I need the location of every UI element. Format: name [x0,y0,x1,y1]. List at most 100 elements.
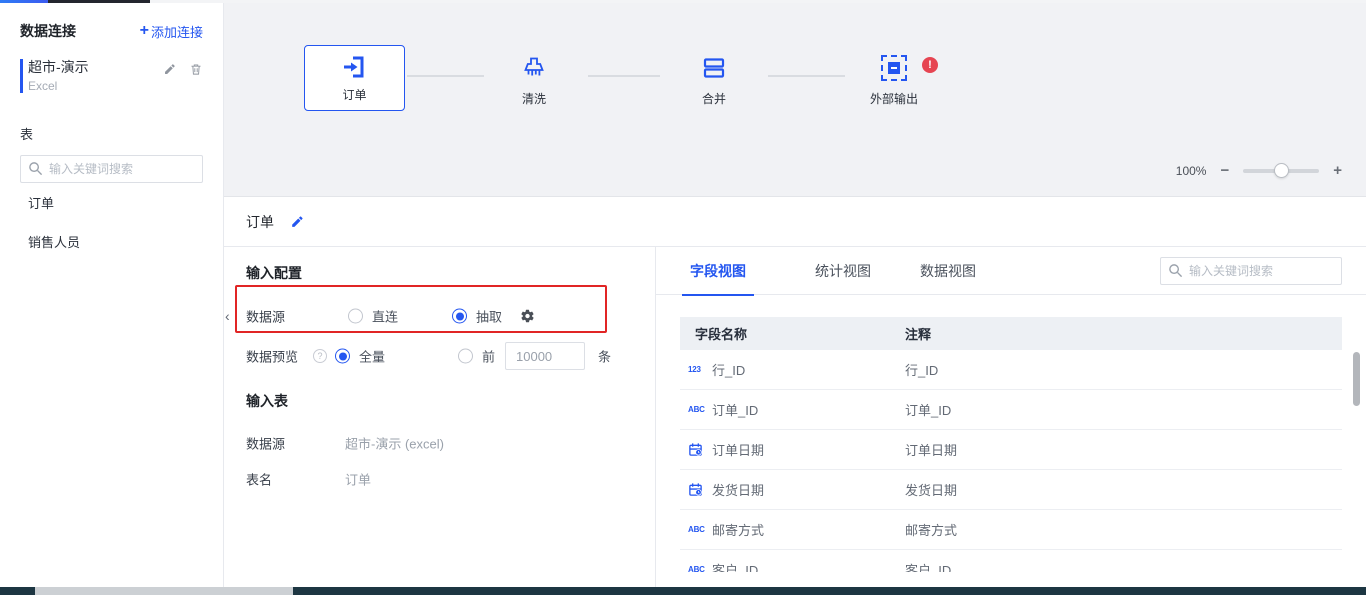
unit-label: 条 [598,347,611,366]
row-limit-input[interactable] [505,342,585,370]
radio-full[interactable] [335,349,350,364]
node-label: 清洗 [522,90,546,107]
collapse-panel-icon[interactable]: ‹ [225,309,230,323]
input-config-title: 输入配置 [246,263,302,283]
field-comment: 订单_ID [905,400,951,419]
main-area: 订单 清洗 合并 外部输出 ! [224,3,1366,587]
field-comment: 行_ID [905,360,938,379]
browser-edge-blue [0,0,48,3]
node-label: 外部输出 [870,90,918,107]
flow-node-merge[interactable]: 合并 [674,55,754,107]
node-title: 订单 [246,212,274,232]
text-type-icon: ABC [688,565,712,572]
flow-node-external-output[interactable]: 外部输出 ! [854,55,934,107]
table-row[interactable]: 123 行_ID 行_ID [680,350,1342,390]
radio-first-n[interactable] [458,349,473,364]
sidebar-search-input[interactable] [20,155,203,183]
zoom-level: 100% [1176,164,1207,178]
input-table-source-row: 数据源 超市-演示 (excel) [246,433,645,453]
text-type-icon: ABC [688,525,712,534]
gear-icon[interactable] [520,309,535,324]
table-row[interactable]: ABC 客户_ID 客户_ID [680,550,1342,572]
zoom-slider-knob[interactable] [1274,163,1289,178]
horizontal-scrollbar-track[interactable] [0,587,1366,595]
zoom-slider[interactable] [1243,163,1319,178]
active-indicator-bar [20,59,23,93]
help-icon[interactable]: ? [313,349,327,363]
field-table-rows: 123 行_ID 行_ID ABC 订单_ID 订单_ID 订单日期 订单日期 [680,350,1342,572]
field-name: 行_ID [712,360,905,379]
config-panel: 输入配置 数据源 直连 抽取 数据预览 ? 全量 前 条 [224,247,656,587]
detail-content: ‹ 输入配置 数据源 直连 抽取 数据预览 ? 全量 前 [224,247,1366,587]
flow-connector [407,75,484,77]
datasource-row: 数据源 直连 抽取 [246,306,645,326]
tab-stats-view[interactable]: 统计视图 [815,261,871,281]
sidebar-item-table-order[interactable]: 订单 [0,183,223,222]
broom-icon [521,55,547,81]
field-name: 订单日期 [712,440,905,459]
sidebar-item-table-salesperson[interactable]: 销售人员 [0,222,223,261]
edit-pencil-icon[interactable] [163,62,177,76]
radio-direct[interactable] [348,309,363,324]
field-comment: 邮寄方式 [905,520,957,539]
date-type-icon [688,482,712,497]
vertical-scrollbar-thumb[interactable] [1353,352,1360,406]
radio-extract-label[interactable]: 抽取 [476,307,502,326]
column-header-comment: 注释 [905,324,931,343]
sidebar-title: 数据连接 [20,21,76,41]
tab-field-view[interactable]: 字段视图 [690,261,746,281]
connection-name: 超市-演示 [28,58,163,76]
connection-type: Excel [28,78,163,94]
date-type-icon [688,442,712,457]
input-icon [341,53,369,81]
table-row[interactable]: 发货日期 发货日期 [680,470,1342,510]
horizontal-scrollbar-thumb[interactable] [35,587,293,595]
column-header-field-name: 字段名称 [695,324,905,343]
tab-data-view[interactable]: 数据视图 [920,261,976,281]
field-search-input[interactable] [1160,257,1342,285]
flow-node-clean[interactable]: 清洗 [494,55,574,107]
trash-icon[interactable] [189,62,203,76]
browser-edge-dark [48,0,150,3]
sidebar: 数据连接 + 添加连接 超市-演示 Excel 表 订单 销售人员 [0,3,224,587]
error-badge-icon: ! [922,57,938,73]
input-table-title: 输入表 [246,391,288,411]
tables-section-label: 表 [20,124,203,143]
flow-canvas[interactable]: 订单 清洗 合并 外部输出 ! [224,3,1366,197]
title-edit-pencil-icon[interactable] [290,214,305,229]
table-row[interactable]: ABC 邮寄方式 邮寄方式 [680,510,1342,550]
node-label: 合并 [702,90,726,107]
radio-first-n-label[interactable]: 前 [482,347,495,366]
radio-direct-label[interactable]: 直连 [372,307,398,326]
table-name-value: 订单 [345,470,371,489]
connection-item[interactable]: 超市-演示 Excel [20,58,203,94]
field-name: 订单_ID [712,400,905,419]
preview-row: 数据预览 ? 全量 前 条 [246,346,645,366]
table-row[interactable]: 订单日期 订单日期 [680,430,1342,470]
radio-full-label[interactable]: 全量 [359,347,385,366]
output-icon [881,55,907,81]
merge-icon [701,55,727,81]
table-row[interactable]: ABC 订单_ID 订单_ID [680,390,1342,430]
node-title-bar: 订单 [224,197,1366,247]
zoom-out-button[interactable]: − [1220,163,1229,178]
field-table-header: 字段名称 注释 [680,317,1342,350]
flow-connector [588,75,660,77]
source-label: 数据源 [246,434,285,453]
add-connection-button[interactable]: + 添加连接 [140,22,203,41]
field-comment: 订单日期 [905,440,957,459]
field-name: 发货日期 [712,480,905,499]
radio-extract[interactable] [452,309,467,324]
browser-edge-strip [0,0,1366,3]
plus-icon: + [140,23,149,39]
field-comment: 客户_ID [905,560,951,572]
field-name: 客户_ID [712,560,905,572]
node-label: 订单 [342,86,366,103]
view-tabs: 字段视图 统计视图 数据视图 [656,247,1366,295]
zoom-in-button[interactable]: + [1333,163,1342,178]
field-panel: 字段视图 统计视图 数据视图 字段名称 注释 123 行_ID 行_I [656,247,1366,587]
source-value: 超市-演示 (excel) [345,434,444,453]
zoom-control: 100% − + [1176,163,1342,178]
field-name: 邮寄方式 [712,520,905,539]
flow-node-order[interactable]: 订单 [304,45,405,111]
